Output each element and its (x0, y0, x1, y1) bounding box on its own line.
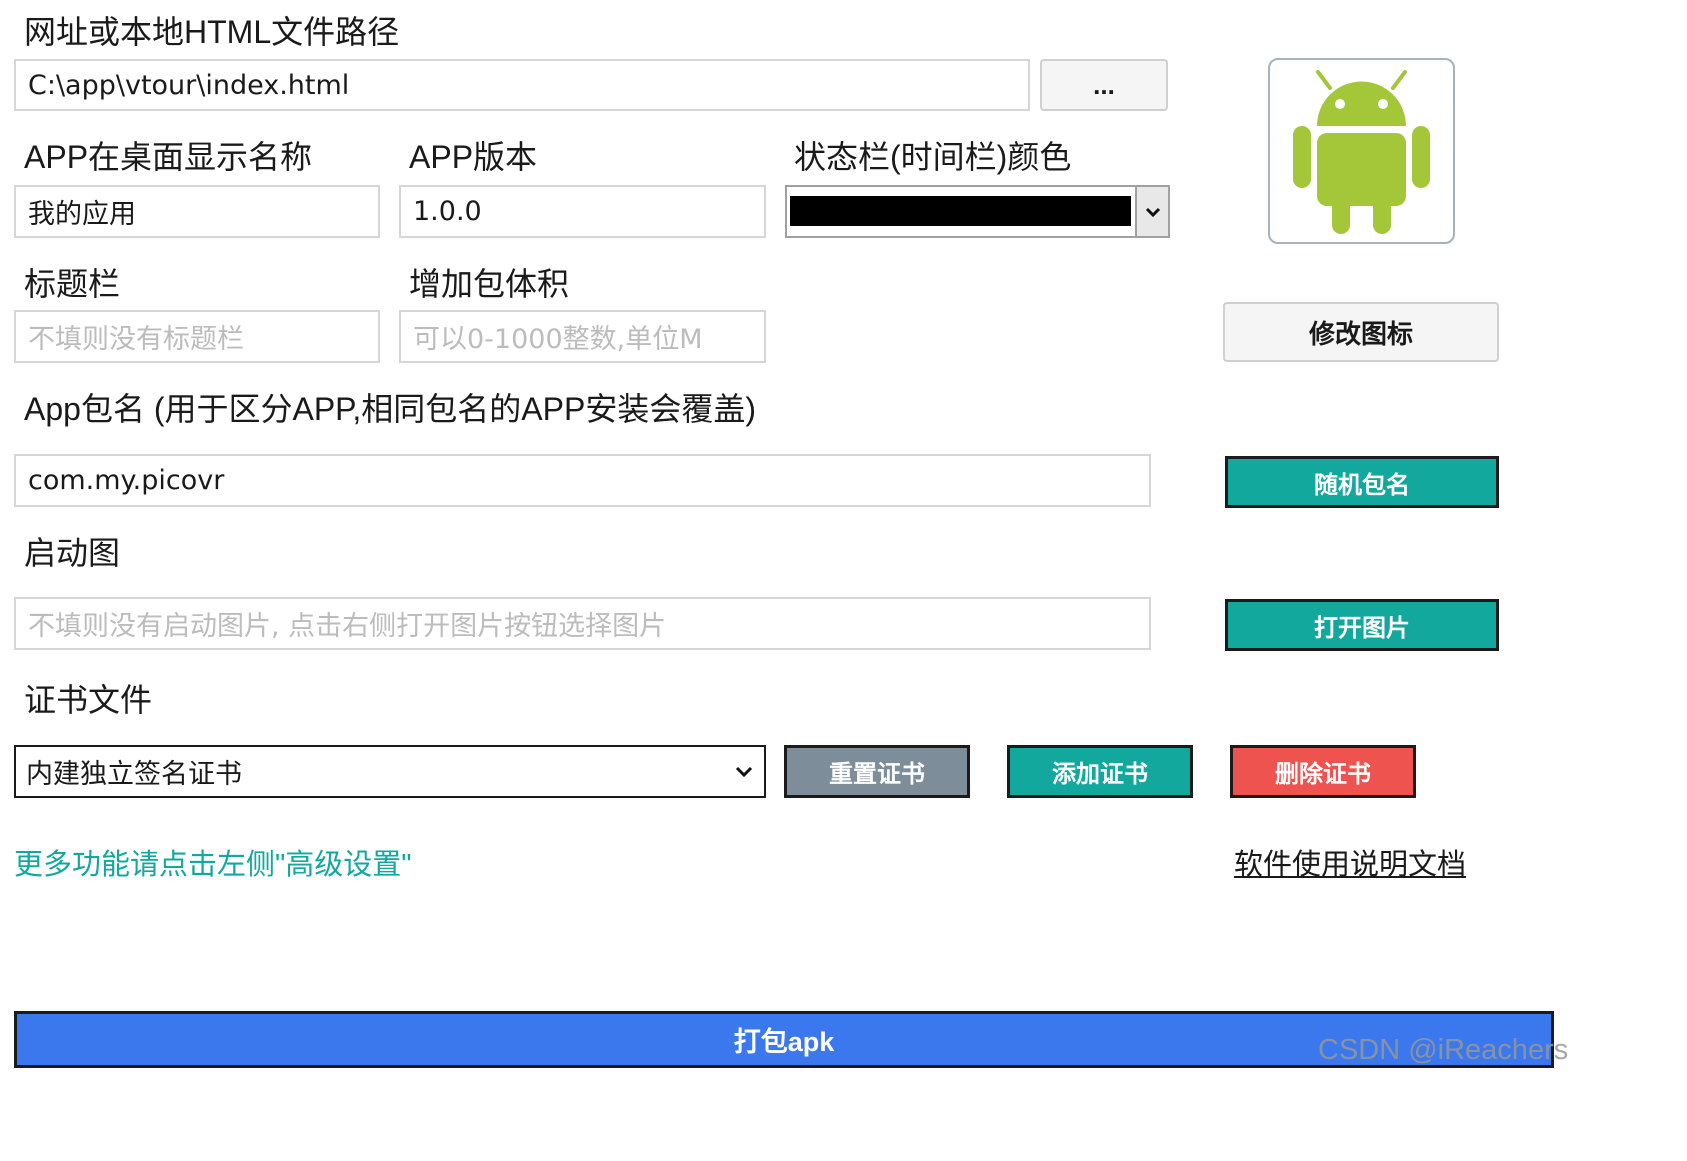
browse-button[interactable]: ... (1040, 59, 1168, 111)
package-size-input[interactable]: 可以0-1000整数,单位M (399, 310, 766, 363)
url-label: 网址或本地HTML文件路径 (24, 14, 400, 50)
chevron-down-icon (735, 766, 753, 778)
certificate-selected-value: 内建独立签名证书 (26, 759, 242, 790)
random-package-button[interactable]: 随机包名 (1225, 456, 1499, 508)
status-bar-color-swatch (790, 196, 1131, 226)
android-icon (1293, 70, 1430, 234)
app-version-input[interactable]: 1.0.0 (399, 185, 766, 238)
package-size-label: 增加包体积 (409, 266, 570, 302)
advanced-settings-link[interactable]: 更多功能请点击左侧"高级设置" (14, 841, 412, 883)
open-image-button[interactable]: 打开图片 (1225, 599, 1499, 651)
status-bar-color-select[interactable] (785, 185, 1170, 238)
package-name-input[interactable]: com.my.picovr (14, 454, 1151, 507)
app-icon-preview[interactable] (1268, 58, 1455, 244)
url-input[interactable]: C:\app\vtour\index.html (14, 59, 1030, 111)
splash-label: 启动图 (24, 535, 121, 571)
package-name-label: App包名 (用于区分APP,相同包名的APP安装会覆盖) (24, 391, 756, 427)
docs-link[interactable]: 软件使用说明文档 (1234, 841, 1466, 883)
app-name-label: APP在桌面显示名称 (24, 139, 313, 175)
certificate-label: 证书文件 (24, 682, 153, 718)
change-icon-button[interactable]: 修改图标 (1223, 302, 1499, 362)
app-name-input[interactable]: 我的应用 (14, 185, 380, 238)
chevron-down-icon[interactable] (1135, 187, 1168, 236)
app-version-label: APP版本 (409, 139, 538, 175)
reset-certificate-button[interactable]: 重置证书 (784, 745, 970, 798)
delete-certificate-button[interactable]: 删除证书 (1230, 745, 1416, 798)
title-bar-label: 标题栏 (24, 266, 121, 302)
watermark: CSDN @iReachers (1318, 1034, 1569, 1066)
add-certificate-button[interactable]: 添加证书 (1007, 745, 1193, 798)
splash-input[interactable]: 不填则没有启动图片, 点击右侧打开图片按钮选择图片 (14, 597, 1151, 650)
status-bar-color-label: 状态栏(时间栏)颜色 (794, 139, 1072, 175)
certificate-select[interactable]: 内建独立签名证书 (14, 745, 766, 798)
title-bar-input[interactable]: 不填则没有标题栏 (14, 310, 380, 363)
